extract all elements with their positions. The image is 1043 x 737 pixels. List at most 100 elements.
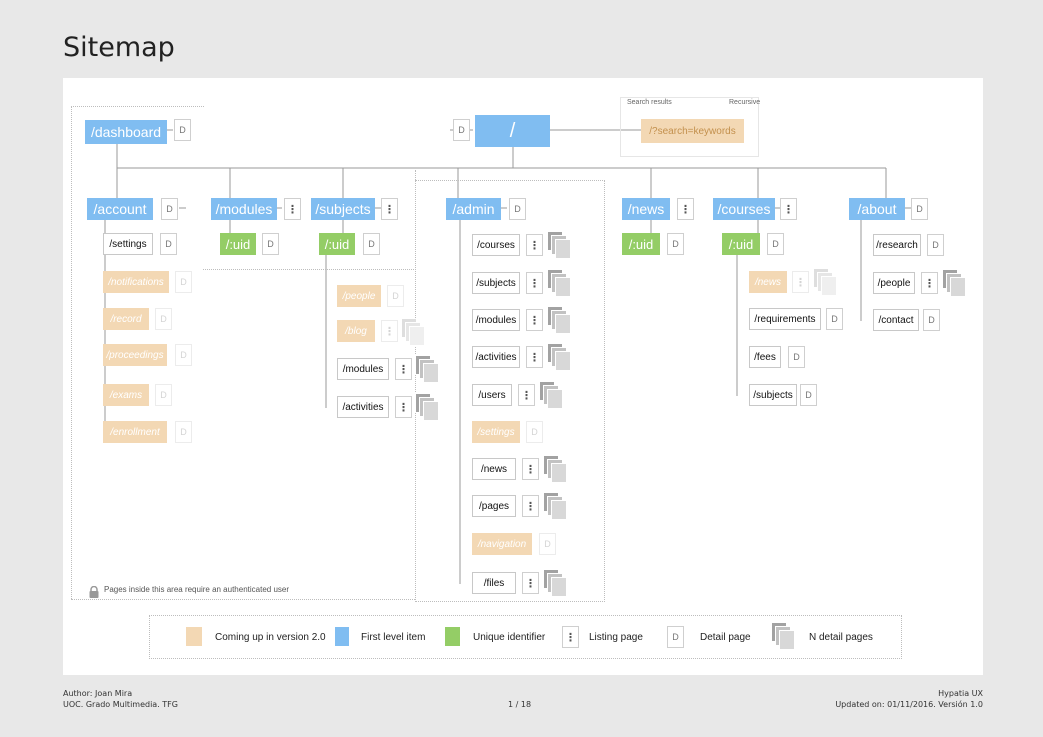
account-detail-box[interactable]: D bbox=[161, 198, 178, 220]
legend-listing-box: ⋮ bbox=[562, 626, 579, 648]
sitemap-card: Search results Recursive /?search=keywor… bbox=[63, 78, 983, 675]
listing-box[interactable]: ⋮ bbox=[395, 396, 412, 418]
page-title: Sitemap bbox=[63, 32, 175, 63]
n-detail-stack bbox=[415, 393, 439, 421]
footer-org: UOC. Grado Multimedia. TFG bbox=[63, 700, 178, 709]
account-child-settings[interactable]: /settings bbox=[103, 233, 153, 255]
detail-box[interactable]: D bbox=[155, 384, 172, 406]
legend-swatch-unique-id bbox=[445, 627, 460, 646]
admin-child-navigation[interactable]: /navigation bbox=[472, 533, 532, 555]
legend-detail-label: Detail page bbox=[700, 632, 751, 643]
detail-box[interactable]: D bbox=[927, 234, 944, 256]
modules-node[interactable]: /modules bbox=[211, 198, 277, 220]
courses-child-fees[interactable]: /fees bbox=[749, 346, 781, 368]
dashboard-detail-box[interactable]: D bbox=[174, 119, 191, 141]
detail-box[interactable]: D bbox=[526, 421, 543, 443]
listing-box[interactable]: ⋮ bbox=[522, 458, 539, 480]
account-child-proceedings[interactable]: /proceedings bbox=[103, 344, 167, 366]
legend-swatch-coming bbox=[186, 627, 202, 646]
account-node[interactable]: /account bbox=[87, 198, 153, 220]
courses-node[interactable]: /courses bbox=[713, 198, 775, 220]
subjects-child-blog[interactable]: /blog bbox=[337, 320, 375, 342]
n-detail-stack bbox=[547, 306, 571, 334]
detail-box[interactable]: D bbox=[175, 421, 192, 443]
detail-box[interactable]: D bbox=[160, 233, 177, 255]
admin-child-news[interactable]: /news bbox=[472, 458, 516, 480]
detail-box[interactable]: D bbox=[826, 308, 843, 330]
detail-box[interactable]: D bbox=[911, 198, 928, 220]
admin-child-modules[interactable]: /modules bbox=[472, 309, 520, 331]
subjects-child-people[interactable]: /people bbox=[337, 285, 381, 307]
detail-box[interactable]: D bbox=[387, 285, 404, 307]
admin-child-subjects[interactable]: /subjects bbox=[472, 272, 520, 294]
admin-child-activities[interactable]: /activities bbox=[472, 346, 520, 368]
detail-box[interactable]: D bbox=[155, 308, 172, 330]
listing-box[interactable]: ⋮ bbox=[526, 346, 543, 368]
detail-box[interactable]: D bbox=[509, 198, 526, 220]
search-node[interactable]: /?search=keywords bbox=[641, 119, 744, 143]
detail-box[interactable]: D bbox=[175, 271, 192, 293]
detail-box[interactable]: D bbox=[923, 309, 940, 331]
detail-box[interactable]: D bbox=[539, 533, 556, 555]
admin-child-users[interactable]: /users bbox=[472, 384, 512, 406]
courses-child-news[interactable]: /news bbox=[749, 271, 787, 293]
admin-child-pages[interactable]: /pages bbox=[472, 495, 516, 517]
listing-box[interactable]: ⋮ bbox=[921, 272, 938, 294]
legend-n-detail-stack bbox=[771, 622, 795, 650]
listing-box[interactable]: ⋮ bbox=[792, 271, 809, 293]
account-child-notifications[interactable]: /notifications bbox=[103, 271, 169, 293]
admin-node[interactable]: /admin bbox=[446, 198, 501, 220]
listing-box[interactable]: ⋮ bbox=[526, 234, 543, 256]
detail-box[interactable]: D bbox=[667, 233, 684, 255]
news-node[interactable]: /news bbox=[622, 198, 670, 220]
listing-box[interactable]: ⋮ bbox=[526, 272, 543, 294]
admin-child-courses[interactable]: /courses bbox=[472, 234, 520, 256]
listing-box[interactable]: ⋮ bbox=[526, 309, 543, 331]
subjects-node[interactable]: /subjects bbox=[311, 198, 375, 220]
listing-box[interactable]: ⋮ bbox=[284, 198, 301, 220]
legend-n-detail-label: N detail pages bbox=[809, 632, 873, 643]
about-child-research[interactable]: /research bbox=[873, 234, 921, 256]
about-node[interactable]: /about bbox=[849, 198, 905, 220]
listing-box[interactable]: ⋮ bbox=[522, 572, 539, 594]
detail-box[interactable]: D bbox=[262, 233, 279, 255]
n-detail-stack bbox=[543, 569, 567, 597]
detail-box[interactable]: D bbox=[800, 384, 817, 406]
listing-box[interactable]: ⋮ bbox=[518, 384, 535, 406]
admin-child-files[interactable]: /files bbox=[472, 572, 516, 594]
news-uid-node[interactable]: /:uid bbox=[622, 233, 660, 255]
listing-box[interactable]: ⋮ bbox=[677, 198, 694, 220]
listing-box[interactable]: ⋮ bbox=[522, 495, 539, 517]
detail-box[interactable]: D bbox=[175, 344, 192, 366]
n-detail-stack bbox=[415, 355, 439, 383]
subjects-child-modules[interactable]: /modules bbox=[337, 358, 389, 380]
account-child-record[interactable]: /record bbox=[103, 308, 149, 330]
n-detail-stack bbox=[547, 343, 571, 371]
about-child-people[interactable]: /people bbox=[873, 272, 915, 294]
detail-box[interactable]: D bbox=[788, 346, 805, 368]
listing-box[interactable]: ⋮ bbox=[780, 198, 797, 220]
n-detail-stack bbox=[813, 268, 837, 296]
courses-child-requirements[interactable]: /requirements bbox=[749, 308, 821, 330]
modules-uid-node[interactable]: /:uid bbox=[220, 233, 256, 255]
root-node[interactable]: / bbox=[475, 115, 550, 147]
courses-uid-node[interactable]: /:uid bbox=[722, 233, 760, 255]
search-results-label: Search results bbox=[627, 99, 672, 106]
dashboard-node[interactable]: /dashboard bbox=[85, 120, 167, 144]
n-detail-stack bbox=[543, 492, 567, 520]
admin-child-settings[interactable]: /settings bbox=[472, 421, 520, 443]
listing-box[interactable]: ⋮ bbox=[381, 198, 398, 220]
courses-child-subjects[interactable]: /subjects bbox=[749, 384, 797, 406]
n-detail-stack bbox=[401, 318, 425, 346]
legend-detail-box: D bbox=[667, 626, 684, 648]
listing-box[interactable]: ⋮ bbox=[395, 358, 412, 380]
detail-box[interactable]: D bbox=[767, 233, 784, 255]
detail-box[interactable]: D bbox=[363, 233, 380, 255]
listing-box[interactable]: ⋮ bbox=[381, 320, 398, 342]
account-child-exams[interactable]: /exams bbox=[103, 384, 149, 406]
root-detail-box[interactable]: D bbox=[453, 119, 470, 141]
account-child-enrollment[interactable]: /enrollment bbox=[103, 421, 167, 443]
subjects-child-activities[interactable]: /activities bbox=[337, 396, 389, 418]
subjects-uid-node[interactable]: /:uid bbox=[319, 233, 355, 255]
about-child-contact[interactable]: /contact bbox=[873, 309, 919, 331]
